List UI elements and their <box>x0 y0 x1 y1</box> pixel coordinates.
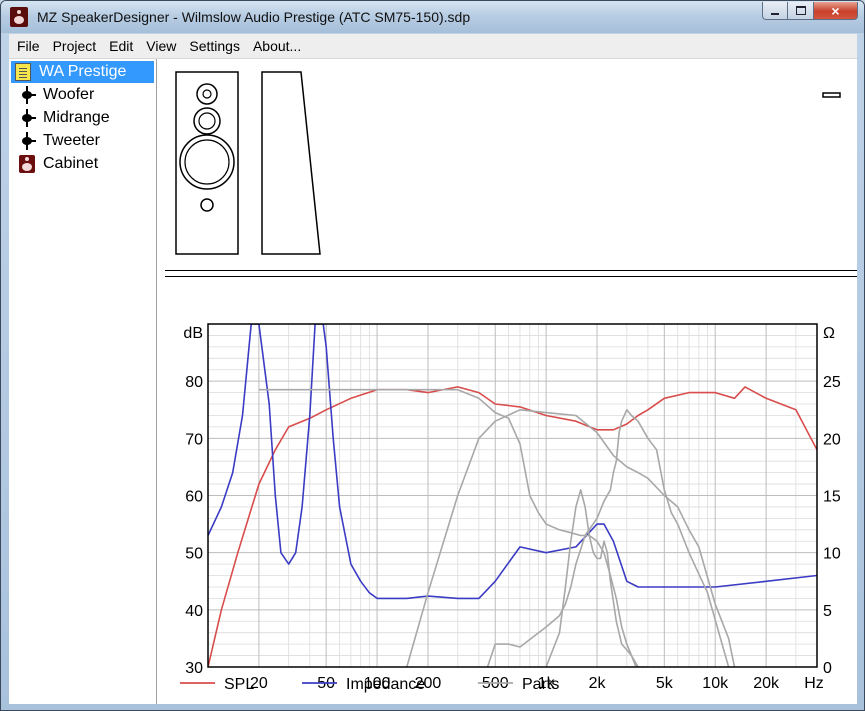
chart-svg: 20 50 100 200 500 1k 2k 5k 10k 20k Hz304050607080d… <box>180 323 841 693</box>
frequency-response-graph[interactable]: 20 50 100 200 500 1k 2k 5k 10k 20k Hz 30 40 50 60 70 80 d… <box>165 277 857 704</box>
y-right-tick-label: 25 <box>823 374 841 391</box>
y-left-tick-label: 60 <box>185 489 203 506</box>
project-icon <box>15 63 31 81</box>
y-left-tick-label: 80 <box>185 374 203 391</box>
legend-label: Parts <box>522 676 559 693</box>
y-right-tick-label: 0 <box>823 660 832 677</box>
menu-about[interactable]: About... <box>246 38 307 54</box>
close-icon: × <box>831 2 840 19</box>
y-right-tick-label: 15 <box>823 489 841 506</box>
tree-item-label: Cabinet <box>43 155 99 172</box>
menu-settings[interactable]: Settings <box>182 38 246 54</box>
driver-icon <box>19 109 36 127</box>
menu-edit[interactable]: Edit <box>102 38 139 54</box>
grid-major <box>208 324 817 667</box>
client-area: File Project Edit View Settings About...… <box>9 34 857 704</box>
tree-item-cabinet[interactable]: Cabinet <box>15 153 98 175</box>
y-left-tick-label: 50 <box>185 546 203 563</box>
cabinet-side-outline <box>261 71 321 255</box>
project-tree[interactable]: WA Prestige Woofer Midrange Tweeter Cabi… <box>9 59 157 704</box>
window-controls: × <box>762 2 858 22</box>
tree-item-midrange[interactable]: Midrange <box>15 107 110 129</box>
y-left-axis-label: dB <box>183 325 203 342</box>
port-hole <box>200 198 214 212</box>
window-title: MZ SpeakerDesigner - Wilmslow Audio Pres… <box>37 9 471 25</box>
tree-item-woofer[interactable]: Woofer <box>15 84 94 106</box>
driver-icon <box>19 86 36 104</box>
tweeter-dome <box>202 89 212 99</box>
menu-file[interactable]: File <box>9 38 46 54</box>
tree-item-label: Midrange <box>43 109 110 126</box>
y-right-axis-label: Ω <box>823 325 835 342</box>
menu-view[interactable]: View <box>139 38 182 54</box>
y-left-tick-label: 40 <box>185 603 203 620</box>
y-left-tick-label: 70 <box>185 431 203 448</box>
axis-labels: 20 50 100 200 500 1k 2k 5k 10k 20k Hz304050607080d… <box>183 325 840 692</box>
app-window: MZ SpeakerDesigner - Wilmslow Audio Pres… <box>0 0 865 711</box>
x-tick-label: 20k <box>753 675 780 692</box>
tree-item-project[interactable]: WA Prestige <box>11 61 154 83</box>
woofer-outer <box>179 134 235 190</box>
minimize-icon <box>771 12 779 15</box>
cabinet-drawing <box>175 71 841 255</box>
midrange-outer <box>193 107 221 135</box>
y-right-tick-label: 5 <box>823 603 832 620</box>
title-bar[interactable]: MZ SpeakerDesigner - Wilmslow Audio Pres… <box>1 1 864 33</box>
maximize-button[interactable] <box>788 2 814 20</box>
x-unit-label: Hz <box>804 675 824 692</box>
close-button[interactable]: × <box>814 2 858 20</box>
y-right-tick-label: 20 <box>823 431 841 448</box>
menu-bar: File Project Edit View Settings About... <box>9 34 857 59</box>
minimize-button[interactable] <box>762 2 788 20</box>
x-tick-label: 2k <box>589 675 607 692</box>
midrange-inner <box>198 112 216 130</box>
tree-item-label: Tweeter <box>43 132 100 149</box>
restore-handle[interactable] <box>822 92 841 98</box>
legend-label: SPL <box>224 676 254 693</box>
speaker-app-icon[interactable] <box>10 7 28 27</box>
tree-item-label: WA Prestige <box>39 63 127 80</box>
maximize-icon <box>795 6 806 15</box>
tweeter-outer <box>196 83 218 105</box>
x-tick-label: 5k <box>656 675 674 692</box>
tree-item-label: Woofer <box>43 86 95 103</box>
driver-icon <box>19 132 36 150</box>
cabinet-preview[interactable] <box>165 59 857 271</box>
x-tick-label: 10k <box>702 675 729 692</box>
woofer-inner <box>184 139 230 185</box>
y-right-tick-label: 10 <box>823 546 841 563</box>
y-left-tick-label: 30 <box>185 660 203 677</box>
legend-label: Impedance <box>346 676 425 693</box>
menu-project[interactable]: Project <box>46 38 103 54</box>
tree-item-tweeter[interactable]: Tweeter <box>15 130 100 152</box>
cabinet-icon <box>19 155 35 173</box>
